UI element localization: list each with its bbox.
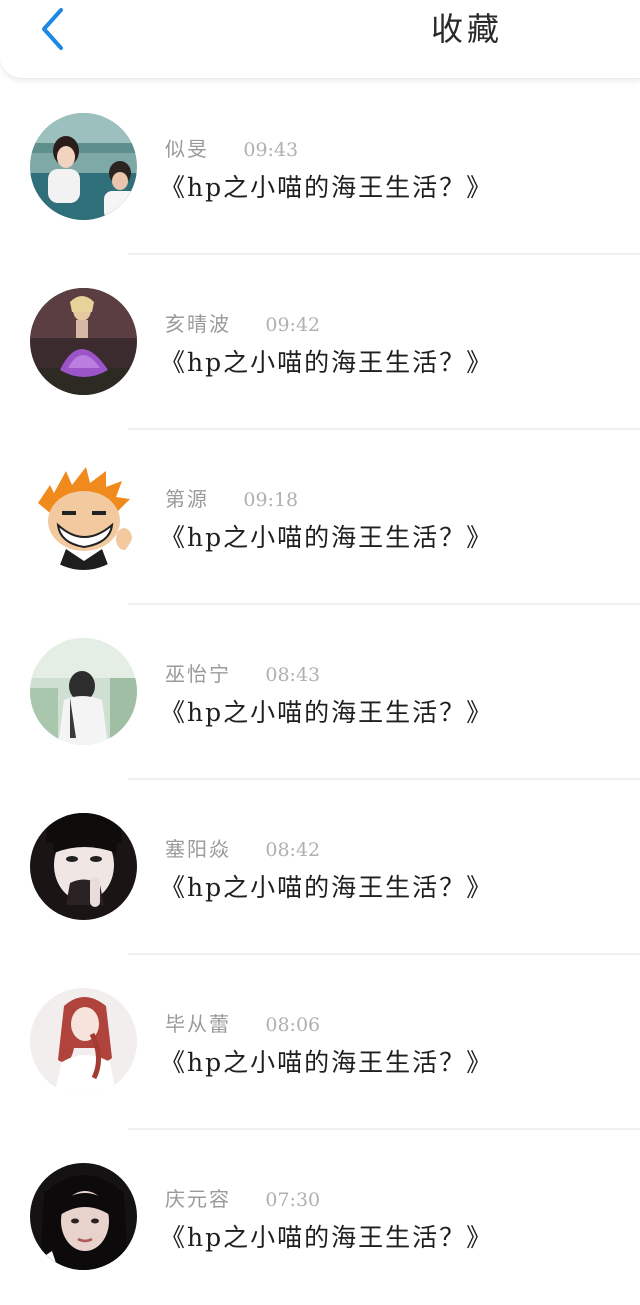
timestamp: 09:18 bbox=[243, 489, 299, 511]
timestamp: 08:06 bbox=[265, 1014, 321, 1036]
message-text: 《hp之小喵的海王生活？》 bbox=[160, 1223, 494, 1252]
list-item[interactable]: 亥晴波 09:42 《hp之小喵的海王生活？》 bbox=[0, 255, 640, 430]
timestamp: 07:30 bbox=[265, 1189, 321, 1211]
timestamp: 09:42 bbox=[265, 314, 321, 336]
sender-name: 巫怡宁 bbox=[165, 662, 231, 686]
timestamp: 08:43 bbox=[265, 664, 321, 686]
message-text: 《hp之小喵的海王生活？》 bbox=[160, 173, 494, 202]
sender-name: 第源 bbox=[165, 487, 209, 511]
avatar[interactable] bbox=[30, 813, 137, 920]
back-button[interactable] bbox=[32, 6, 72, 52]
sender-name: 亥晴波 bbox=[165, 312, 231, 336]
message-text: 《hp之小喵的海王生活？》 bbox=[160, 1048, 494, 1077]
list-item[interactable]: 庆元容 07:30 《hp之小喵的海王生活？》 bbox=[0, 1130, 640, 1305]
page-title: 收藏 bbox=[430, 10, 503, 48]
item-meta: 庆元容 07:30 bbox=[165, 1183, 320, 1212]
avatar[interactable] bbox=[30, 638, 137, 745]
chevron-left-icon bbox=[42, 8, 63, 50]
avatar[interactable] bbox=[30, 288, 137, 395]
message-text: 《hp之小喵的海王生活？》 bbox=[160, 348, 494, 377]
avatar[interactable] bbox=[30, 1163, 137, 1270]
list-item[interactable]: 似旻 09:43 《hp之小喵的海王生活？》 bbox=[0, 80, 640, 255]
sender-name: 庆元容 bbox=[165, 1187, 231, 1211]
sender-name: 似旻 bbox=[165, 137, 209, 161]
list-item[interactable]: 巫怡宁 08:43 《hp之小喵的海王生活？》 bbox=[0, 605, 640, 780]
list-item[interactable]: 塞阳焱 08:42 《hp之小喵的海王生活？》 bbox=[0, 780, 640, 955]
message-text: 《hp之小喵的海王生活？》 bbox=[160, 698, 494, 727]
item-meta: 似旻 09:43 bbox=[165, 133, 298, 162]
avatar[interactable] bbox=[30, 463, 137, 570]
list-item[interactable]: 毕从蕾 08:06 《hp之小喵的海王生活？》 bbox=[0, 955, 640, 1130]
item-meta: 第源 09:18 bbox=[165, 483, 298, 512]
header-bar: 收藏 bbox=[0, 0, 640, 79]
item-meta: 毕从蕾 08:06 bbox=[165, 1008, 320, 1037]
message-text: 《hp之小喵的海王生活？》 bbox=[160, 873, 494, 902]
item-meta: 塞阳焱 08:42 bbox=[165, 833, 320, 862]
item-meta: 巫怡宁 08:43 bbox=[165, 658, 320, 687]
message-text: 《hp之小喵的海王生活？》 bbox=[160, 523, 494, 552]
timestamp: 08:42 bbox=[265, 839, 321, 861]
avatar[interactable] bbox=[30, 988, 137, 1095]
favorites-list: 似旻 09:43 《hp之小喵的海王生活？》 亥晴波 09:42 《hp之小喵的… bbox=[0, 80, 640, 1305]
item-meta: 亥晴波 09:42 bbox=[165, 308, 320, 337]
avatar[interactable] bbox=[30, 113, 137, 220]
sender-name: 毕从蕾 bbox=[165, 1012, 231, 1036]
list-item[interactable]: 第源 09:18 《hp之小喵的海王生活？》 bbox=[0, 430, 640, 605]
timestamp: 09:43 bbox=[243, 139, 299, 161]
sender-name: 塞阳焱 bbox=[165, 837, 231, 861]
